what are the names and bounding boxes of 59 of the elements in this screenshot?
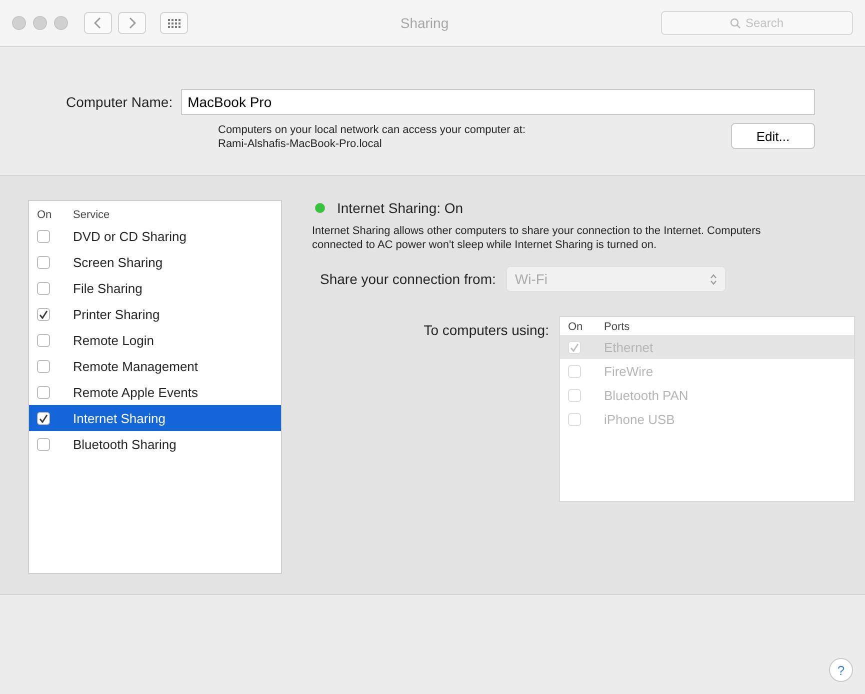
status-title: Internet Sharing: On xyxy=(337,200,464,216)
checkmark-icon xyxy=(39,310,48,318)
list-row[interactable]: Screen Sharing xyxy=(29,249,281,275)
updown-arrows-icon xyxy=(710,274,717,284)
column-header: Ports xyxy=(604,321,630,333)
computer-name-field[interactable]: MacBook Pro xyxy=(180,89,815,115)
checkmark-icon xyxy=(570,342,579,352)
column-header: On xyxy=(568,321,583,333)
checkbox[interactable] xyxy=(37,412,50,424)
window-title: Sharing xyxy=(399,15,450,31)
row-label: Remote Management xyxy=(73,358,198,374)
checkbox[interactable] xyxy=(37,360,50,372)
field-label: To computers using: xyxy=(422,321,549,340)
row-label: Screen Sharing xyxy=(73,254,163,270)
checkbox[interactable] xyxy=(37,438,50,450)
row-label: FireWire xyxy=(604,364,654,378)
grid-icon xyxy=(168,18,180,28)
list-row[interactable]: Remote Management xyxy=(29,353,281,379)
row-label: Remote Login xyxy=(73,332,154,348)
row-label: Printer Sharing xyxy=(73,306,160,322)
forward-button[interactable] xyxy=(118,12,146,34)
help-button[interactable]: ? xyxy=(829,658,853,682)
chevron-right-icon xyxy=(128,17,136,29)
window-control[interactable] xyxy=(33,16,47,30)
window-control[interactable] xyxy=(12,16,26,30)
column-header: Service xyxy=(73,209,110,221)
chevron-left-icon xyxy=(94,17,102,29)
back-button[interactable] xyxy=(84,12,112,34)
checkbox[interactable] xyxy=(37,230,50,242)
field-label: Share your connection from: xyxy=(320,271,496,287)
show-all-button[interactable] xyxy=(160,12,188,34)
row-label: Bluetooth Sharing xyxy=(73,436,176,452)
row-label: iPhone USB xyxy=(604,412,675,426)
list-row[interactable]: Remote Apple Events xyxy=(29,379,281,405)
row-label: Internet Sharing xyxy=(73,410,166,426)
list-row[interactable]: Remote Login xyxy=(29,327,281,353)
list-row[interactable]: Internet Sharing xyxy=(29,405,281,431)
window-control[interactable] xyxy=(54,16,68,30)
search-icon xyxy=(730,18,742,28)
list-row[interactable]: File Sharing xyxy=(29,275,281,301)
checkbox[interactable] xyxy=(37,334,50,346)
description-text: Computers on your local network can access your computer at: xyxy=(218,123,526,137)
checkbox[interactable] xyxy=(37,282,50,294)
network-address: Rami-Alshafis-MacBook-Pro.local xyxy=(218,137,383,151)
list-row[interactable]: Bluetooth Sharing xyxy=(29,431,281,457)
checkbox[interactable] xyxy=(37,256,50,268)
edit-button[interactable]: Edit... xyxy=(731,123,815,149)
list-row[interactable]: DVD or CD Sharing xyxy=(29,223,281,249)
column-header: On xyxy=(37,209,52,221)
row-label: Remote Apple Events xyxy=(73,384,198,400)
description-text: Internet Sharing allows other computers to share your connection to the Internet. Computers connected to AC power won't sleep while Internet Sharing is turned on. xyxy=(312,224,762,252)
checkmark-icon xyxy=(39,414,48,422)
field-label: Computer Name: xyxy=(66,94,173,110)
list-row[interactable]: Printer Sharing xyxy=(29,301,281,327)
checkbox[interactable] xyxy=(37,308,50,320)
checkbox[interactable] xyxy=(37,386,50,398)
row-label: File Sharing xyxy=(73,280,142,296)
row-label: Bluetooth PAN xyxy=(604,388,688,402)
row-label: DVD or CD Sharing xyxy=(73,228,186,244)
